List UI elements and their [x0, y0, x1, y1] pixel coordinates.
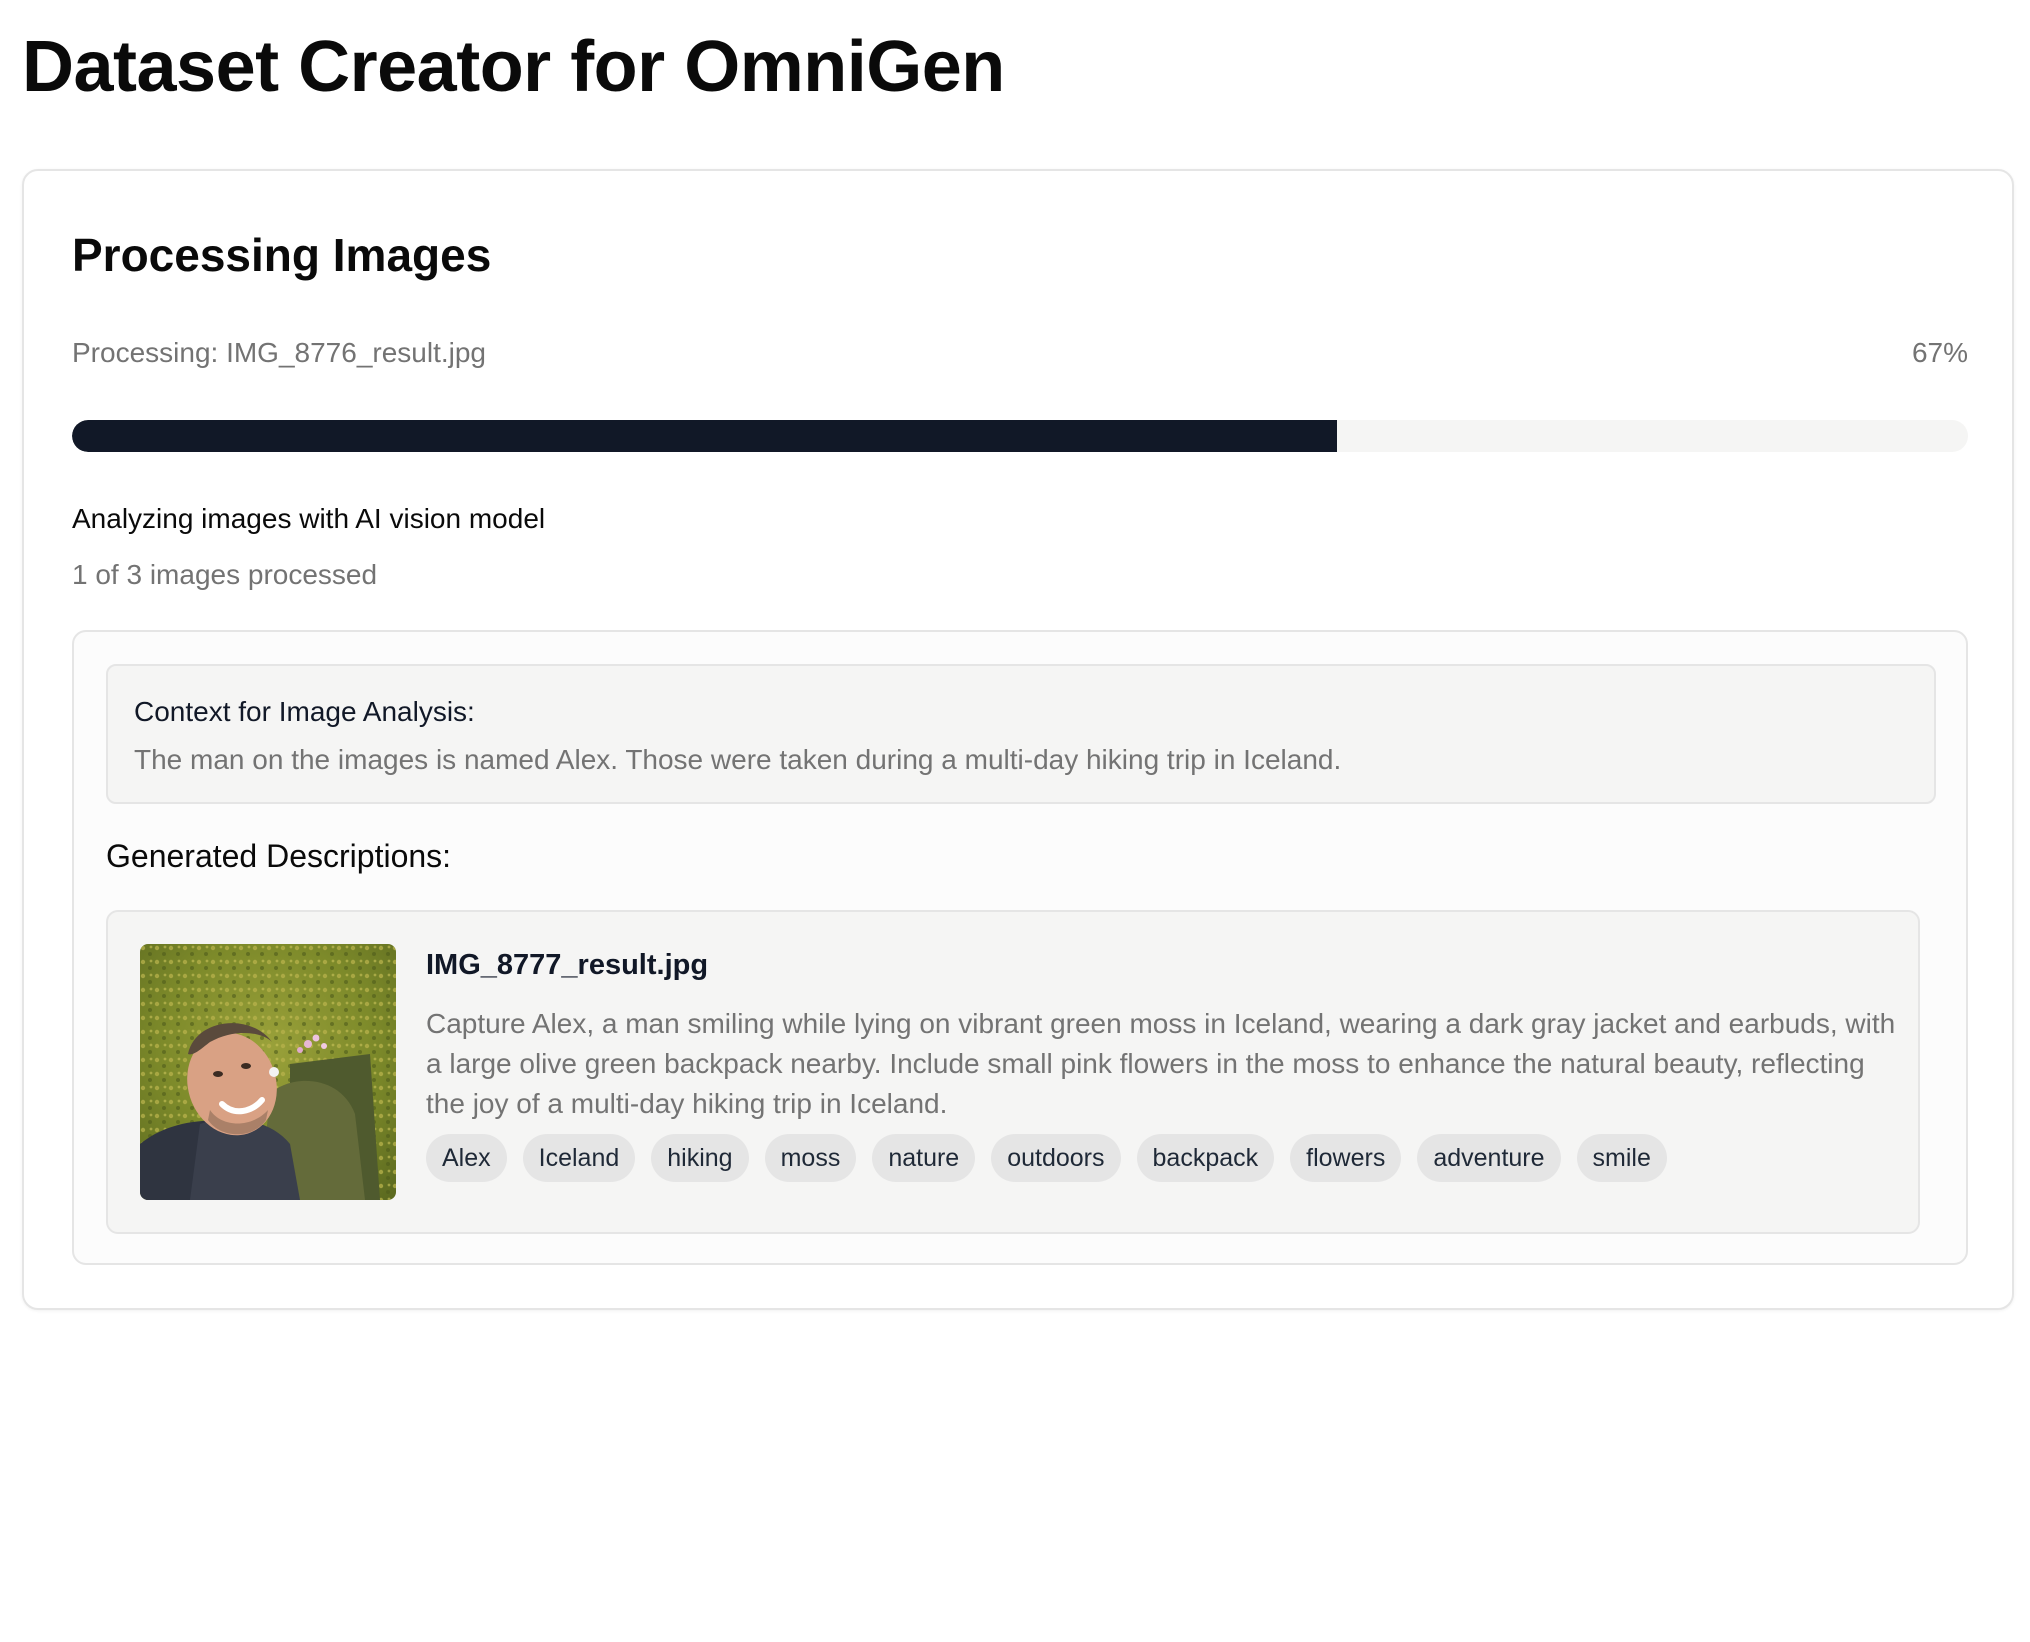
tag: nature	[872, 1134, 976, 1182]
stage-label: Analyzing images with AI vision model	[72, 503, 546, 534]
result-filename: IMG_8777_result.jpg	[426, 949, 709, 981]
status-row: Processing: IMG_8776_result.jpg 67%	[72, 335, 1968, 371]
descriptions-heading: Generated Descriptions:	[106, 838, 452, 874]
tag: moss	[764, 1134, 857, 1182]
context-box: Context for Image Analysis: The man on t…	[106, 664, 1936, 804]
progress-bar	[72, 420, 1968, 452]
processing-title: Processing Images	[72, 229, 492, 281]
analysis-panel: Context for Image Analysis: The man on t…	[72, 630, 1968, 1265]
tag: Alex	[426, 1134, 507, 1182]
current-file-label: Processing: IMG_8776_result.jpg	[72, 337, 486, 368]
tag: flowers	[1290, 1134, 1402, 1182]
processed-count: 1 of 3 images processed	[72, 559, 378, 590]
tag: hiking	[651, 1134, 749, 1182]
processing-card: Processing Images Processing: IMG_8776_r…	[22, 169, 2014, 1310]
result-description: Capture Alex, a man smiling while lying …	[426, 1008, 1896, 1119]
tag: Iceland	[522, 1134, 636, 1182]
image-thumbnail	[140, 944, 396, 1200]
page-title: Dataset Creator for OmniGen	[22, 27, 1005, 107]
description-item: IMG_8777_result.jpg Capture Alex, a man …	[106, 910, 1920, 1234]
tag: smile	[1576, 1134, 1667, 1182]
context-text: The man on the images is named Alex. Tho…	[134, 744, 1342, 775]
tag: adventure	[1417, 1134, 1561, 1182]
progress-bar-fill	[72, 420, 1337, 452]
context-heading: Context for Image Analysis:	[134, 696, 475, 727]
tag: backpack	[1136, 1134, 1275, 1182]
tag: outdoors	[991, 1134, 1121, 1182]
progress-percent: 67%	[1911, 337, 1968, 368]
tag-list: Alex Iceland hiking moss nature outdoors…	[426, 1134, 1667, 1182]
